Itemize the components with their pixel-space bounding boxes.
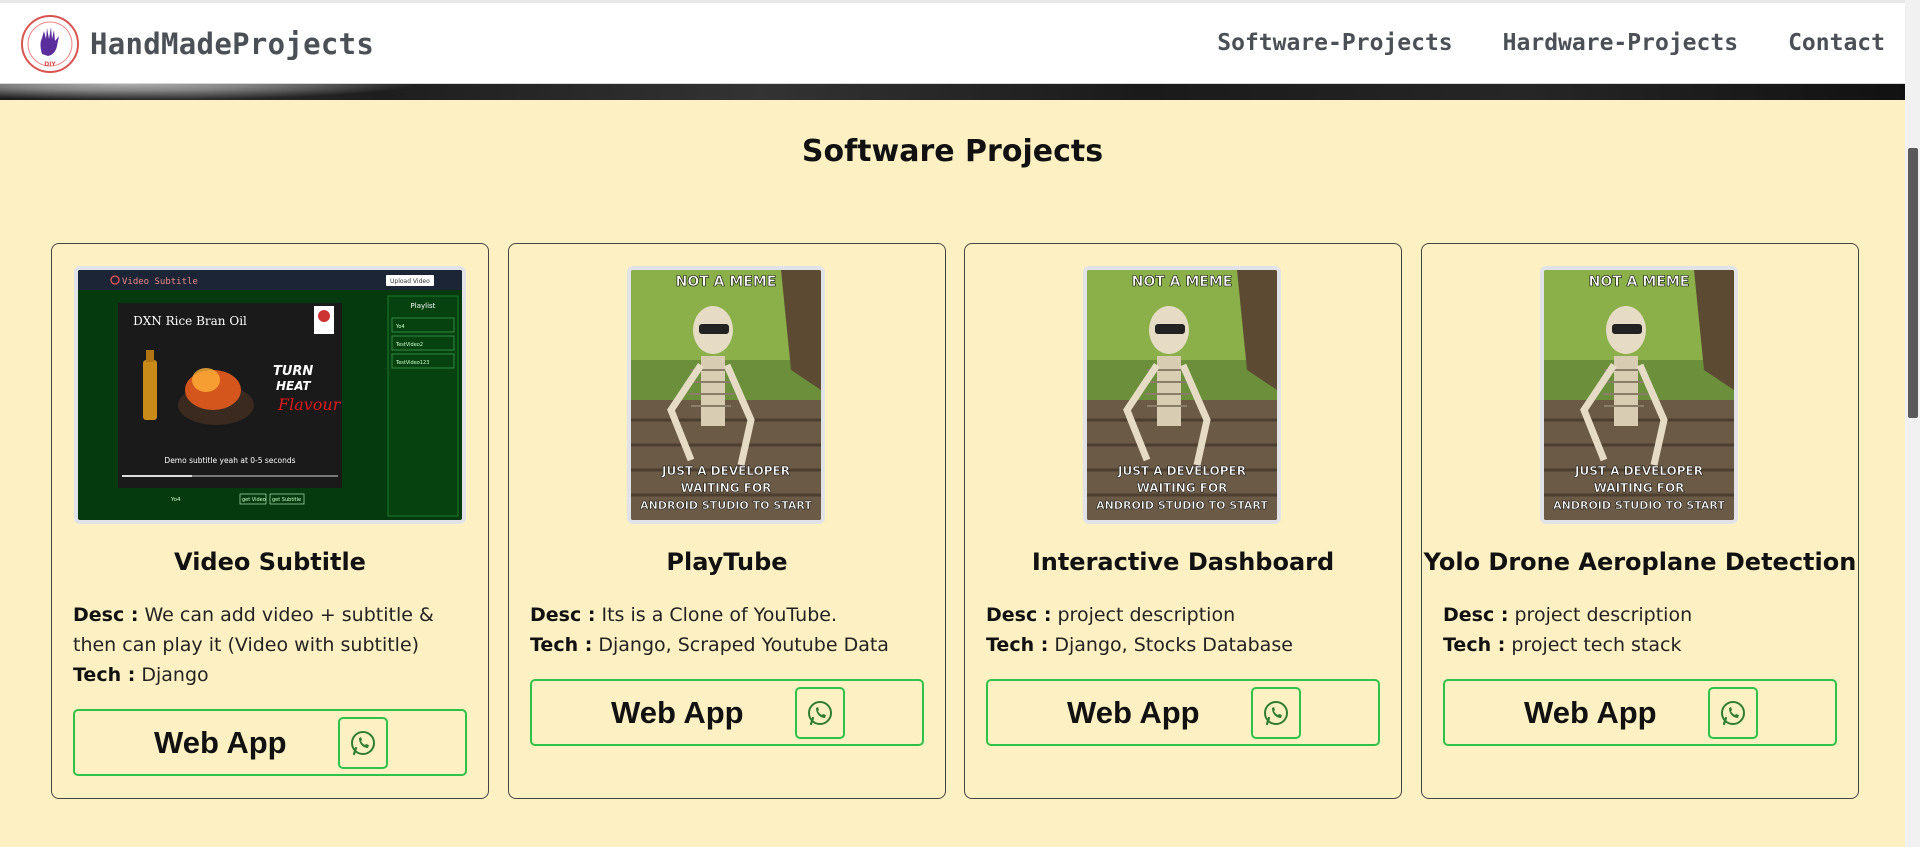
brand-name[interactable]: HandMadeProjects: [90, 27, 374, 61]
svg-text:HEAT: HEAT: [276, 379, 311, 393]
scrollbar-track[interactable]: [1905, 0, 1920, 847]
tech-text: project tech stack: [1511, 634, 1682, 656]
nav-software-projects[interactable]: Software-Projects: [1217, 30, 1452, 56]
tech-label: Tech :: [1443, 634, 1506, 656]
scrollbar-thumb[interactable]: [1908, 148, 1918, 418]
desc-text: project description: [1057, 604, 1236, 626]
svg-text:Yo4: Yo4: [395, 324, 405, 330]
video-subtitle-screenshot: Video Subtitle Upload Video Playlist Yo4…: [78, 270, 462, 520]
whatsapp-icon[interactable]: [1251, 687, 1301, 739]
tech-text: Django, Scraped Youtube Data: [598, 634, 889, 656]
svg-text:NOT A MEME: NOT A MEME: [1589, 274, 1690, 290]
svg-text:JUST A DEVELOPER: JUST A DEVELOPER: [1574, 464, 1703, 478]
skeleton-meme-image: NOT A MEME JUST A DEVELOPER WAITING FOR …: [1544, 270, 1734, 520]
svg-text:DIY: DIY: [44, 61, 56, 68]
navbar: DIY HandMadeProjects Software-Projects H…: [0, 0, 1905, 84]
whatsapp-icon[interactable]: [1708, 687, 1758, 739]
web-app-label: Web App: [1524, 695, 1657, 730]
desc-label: Desc :: [1443, 604, 1509, 626]
web-app-button[interactable]: Web App: [73, 709, 467, 776]
desc-text: Its is a Clone of YouTube.: [601, 604, 838, 626]
svg-text:ANDROID STUDIO TO START: ANDROID STUDIO TO START: [1553, 499, 1725, 512]
svg-text:get Video: get Video: [242, 497, 266, 503]
card-title: Yolo Drone Aeroplane Detection: [1423, 548, 1857, 576]
web-app-label: Web App: [611, 695, 744, 730]
project-thumbnail: NOT A MEME JUST A DEVELOPER WAITING FOR …: [627, 266, 825, 524]
desc-label: Desc :: [530, 604, 596, 626]
tech-label: Tech :: [986, 634, 1049, 656]
desc-text: project description: [1514, 604, 1693, 626]
web-app-button[interactable]: Web App: [530, 679, 924, 746]
tech-text: Django: [141, 664, 209, 686]
card-description: Desc : Its is a Clone of YouTube. Tech :…: [530, 600, 930, 660]
project-card-playtube: NOT A MEME JUST A DEVELOPER WAITING FOR …: [508, 243, 946, 799]
web-app-label: Web App: [1067, 695, 1200, 730]
svg-text:NOT A MEME: NOT A MEME: [1132, 274, 1233, 290]
card-description: Desc : project description Tech : Django…: [986, 600, 1386, 660]
card-title: Interactive Dashboard: [1031, 548, 1335, 576]
logo-icon: DIY: [21, 15, 79, 73]
project-card-yolo-drone: NOT A MEME JUST A DEVELOPER WAITING FOR …: [1421, 243, 1859, 799]
project-thumbnail: NOT A MEME JUST A DEVELOPER WAITING FOR …: [1083, 266, 1281, 524]
svg-text:DXN Rice Bran Oil: DXN Rice Bran Oil: [133, 314, 247, 328]
svg-text:TestVideo123: TestVideo123: [395, 360, 429, 366]
desc-label: Desc :: [986, 604, 1052, 626]
svg-text:ANDROID STUDIO TO START: ANDROID STUDIO TO START: [640, 499, 812, 512]
web-app-button[interactable]: Web App: [986, 679, 1380, 746]
svg-text:WAITING FOR: WAITING FOR: [1137, 481, 1228, 495]
desc-label: Desc :: [73, 604, 139, 626]
hero-image-strip: [0, 84, 1905, 100]
svg-text:TURN: TURN: [273, 364, 313, 379]
svg-text:Upload Video: Upload Video: [390, 278, 430, 285]
svg-text:get Subtitle: get Subtitle: [272, 497, 301, 503]
card-title: Video Subtitle: [174, 548, 366, 576]
card-description: Desc : We can add video + subtitle & the…: [73, 600, 473, 690]
card-title: PlayTube: [666, 548, 788, 576]
project-card-interactive-dashboard: NOT A MEME JUST A DEVELOPER WAITING FOR …: [964, 243, 1402, 799]
project-thumbnail: NOT A MEME JUST A DEVELOPER WAITING FOR …: [1540, 266, 1738, 524]
skeleton-meme-image: NOT A MEME JUST A DEVELOPER WAITING FOR …: [1087, 270, 1277, 520]
svg-text:WAITING FOR: WAITING FOR: [681, 481, 772, 495]
svg-text:Playlist: Playlist: [411, 302, 436, 310]
whatsapp-icon[interactable]: [795, 687, 845, 739]
svg-text:Video Subtitle: Video Subtitle: [122, 277, 198, 287]
svg-text:JUST A DEVELOPER: JUST A DEVELOPER: [1117, 464, 1246, 478]
whatsapp-icon[interactable]: [338, 717, 388, 769]
tech-label: Tech :: [530, 634, 593, 656]
svg-text:WAITING FOR: WAITING FOR: [1594, 481, 1685, 495]
svg-text:Demo subtitle yeah at 0-5 seco: Demo subtitle yeah at 0-5 seconds: [164, 456, 295, 465]
nav-hardware-projects[interactable]: Hardware-Projects: [1503, 30, 1738, 56]
tech-label: Tech :: [73, 664, 136, 686]
nav-contact[interactable]: Contact: [1788, 30, 1885, 56]
svg-text:Yo4: Yo4: [170, 497, 181, 503]
section-title: Software Projects: [801, 134, 1104, 169]
svg-text:ANDROID STUDIO TO START: ANDROID STUDIO TO START: [1096, 499, 1268, 512]
svg-text:JUST A DEVELOPER: JUST A DEVELOPER: [661, 464, 790, 478]
web-app-label: Web App: [154, 725, 287, 760]
skeleton-meme-image: NOT A MEME JUST A DEVELOPER WAITING FOR …: [631, 270, 821, 520]
svg-text:NOT A MEME: NOT A MEME: [676, 274, 777, 290]
logo[interactable]: DIY: [20, 14, 80, 74]
svg-text:Flavour: Flavour: [277, 395, 342, 414]
project-thumbnail: Video Subtitle Upload Video Playlist Yo4…: [74, 266, 466, 524]
tech-text: Django, Stocks Database: [1054, 634, 1293, 656]
nav-links: Software-Projects Hardware-Projects Cont…: [1217, 30, 1885, 56]
svg-text:TestVideo2: TestVideo2: [395, 342, 423, 348]
web-app-button[interactable]: Web App: [1443, 679, 1837, 746]
project-card-video-subtitle: Video Subtitle Upload Video Playlist Yo4…: [51, 243, 489, 799]
card-description: Desc : project description Tech : projec…: [1443, 600, 1843, 660]
